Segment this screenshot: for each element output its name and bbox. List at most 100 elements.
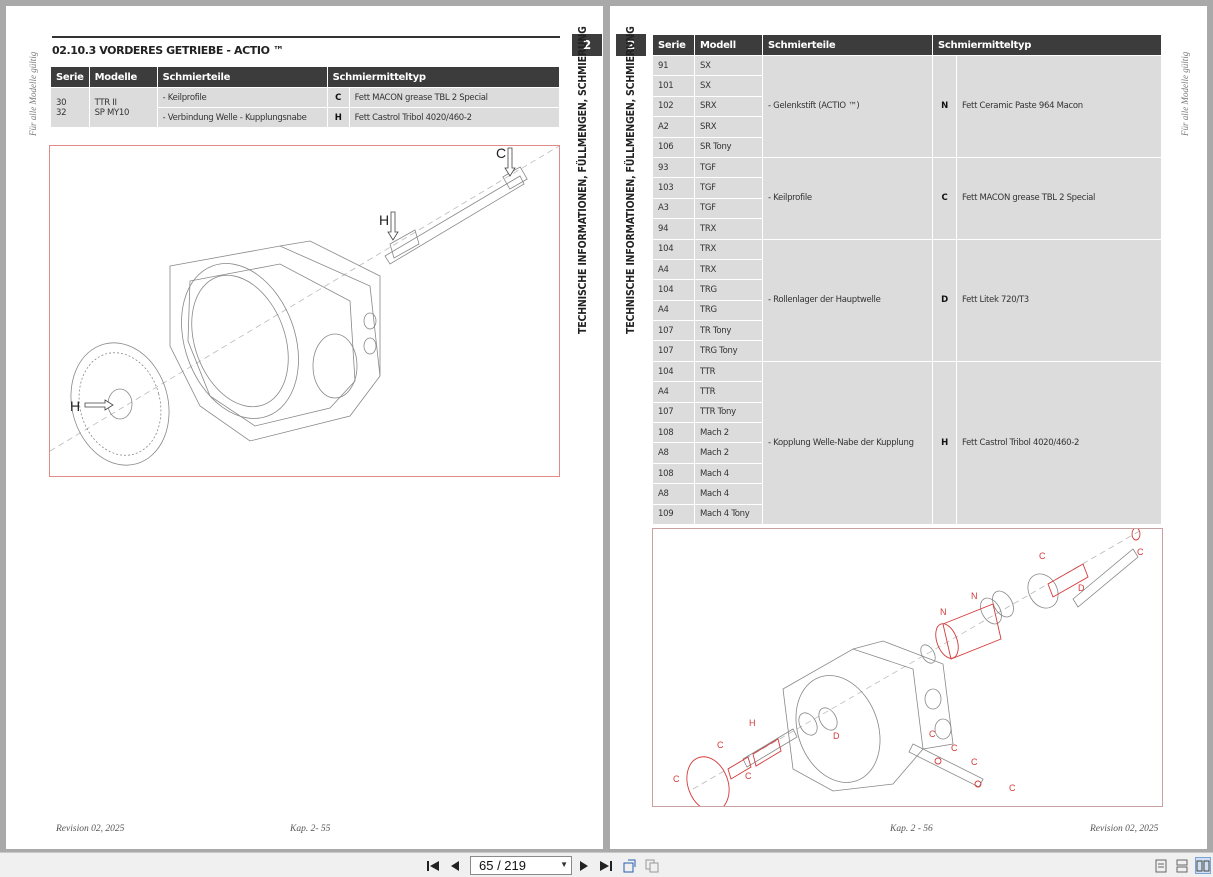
serie-cell: A4 [652,299,695,322]
prev-page-icon[interactable] [447,857,463,874]
serie-cell: 101 [652,75,695,97]
code-cell: H [932,360,957,525]
label-c: C [673,774,680,784]
type-cell: Fett Litek 720/T3 [956,238,1162,362]
model-cell: TRX [694,238,763,260]
label-n: N [940,607,947,617]
model-cell: SX [694,75,763,97]
serie-cell: A4 [652,258,695,281]
serie-cell: 104 [652,238,695,260]
model-cell: TRG Tony [694,340,763,362]
code-cell: C [932,156,957,240]
table-row: 104 TTR - Kopplung Welle-Nabe der Kupplung… [652,360,1162,525]
part-cell: - Verbindung Welle - Kupplungsnabe [156,107,328,128]
col-header: Schmierteile [762,34,933,56]
section-title: 02.10.3 VORDERES GETRIEBE - ACTIO ™ [52,36,560,57]
label-c: C [1039,551,1046,561]
footer-revision: Revision 02, 2025 [56,824,125,834]
type-cell: Fett Ceramic Paste 964 Macon [956,55,1162,158]
page-number-input[interactable]: 65 / 219 ▼ [470,856,572,875]
viewer-toolbar: 65 / 219 ▼ [0,852,1213,877]
part-cell: - Gelenkstift (ACTIO ™) [762,55,933,158]
serie-cell: 104 [652,279,695,301]
footer-page-number: Kap. 2 - 56 [890,824,933,834]
serie-cell: 109 [652,503,695,525]
serie-cell: 108 [652,462,695,485]
page-indicator: 65 / 219 [479,858,526,873]
exploded-gearbox-figure: C C N N D D H C C C C C C C [652,527,1163,812]
serie-cell: A2 [652,116,695,138]
model-cell: TRX [694,258,763,281]
vertical-chapter-title: TECHNISCHE INFORMATIONEN, FÜLLMENGEN, SC… [577,26,589,334]
col-header: Schmierteile [156,66,328,88]
part-cell: - Rollenlager der Hauptwelle [762,238,933,362]
lubrication-table: Serie Modell Schmierteile Schmiermittelt… [652,34,1162,525]
gearbox-figure: C H H [49,145,560,477]
chevron-down-icon[interactable]: ▼ [560,860,568,869]
model-cell: Mach 2 [694,442,763,464]
vertical-chapter-title: TECHNISCHE INFORMATIONEN, FÜLLMENGEN, SC… [625,26,637,334]
col-header: Serie [652,34,695,56]
footer-page-number: Kap. 2- 55 [290,824,331,834]
label-c: C [1009,783,1016,793]
label-c: C [951,743,958,753]
model-cell: SX [694,54,763,77]
side-note: Für alle Modelle gültig [1180,51,1190,136]
side-note: Für alle Modelle gültig [28,51,38,136]
first-page-icon[interactable] [425,857,441,874]
two-page-icon[interactable] [1195,857,1211,874]
model-cell: TTR Tony [694,401,763,424]
model-cell: TTR [694,360,763,383]
model-cell: Mach 4 [694,462,763,485]
serie-cell: 30 32 [50,87,90,128]
col-header: Schmiermitteltyp [326,66,561,88]
exploded-drawing: C C N N D D H C C C C C C C [673,527,1144,812]
label-c: C [717,740,724,750]
model-cell: TGF [694,156,763,179]
table-row: 91 SX - Gelenkstift (ACTIO ™) N Fett Ceramic… [652,54,1162,158]
serie-cell: 94 [652,218,695,240]
type-cell: Fett Castrol Tribol 4020/460-2 [348,107,561,128]
serie-cell: 104 [652,360,695,383]
code-cell: C [326,87,350,108]
serie-cell: 102 [652,95,695,118]
page-left: Für alle Modelle gültig 2 TECHNISCHE INF… [6,6,603,849]
serie-cell: 107 [652,340,695,362]
model-cell: TGF [694,177,763,199]
serie-cell: A8 [652,483,695,505]
code-cell: H [326,107,350,128]
col-header: Schmiermitteltyp [932,34,1162,56]
type-cell: Fett Castrol Tribol 4020/460-2 [956,360,1162,525]
label-c: C [1137,547,1144,557]
part-cell: - Kopplung Welle-Nabe der Kupplung [762,360,933,525]
label-h-shaft: H [379,212,389,228]
model-cell: Mach 4 Tony [694,503,763,525]
next-page-icon[interactable] [576,857,592,874]
footer-revision: Revision 02, 2025 [1090,824,1159,834]
rotate-icon[interactable] [622,857,638,874]
serie-cell: 93 [652,156,695,179]
model-cell: Mach 4 [694,483,763,505]
single-page-icon[interactable] [1153,857,1169,874]
serie-cell: A8 [652,442,695,464]
copy-icon[interactable] [644,857,660,874]
serie-cell: A3 [652,197,695,220]
model-cell: SR Tony [694,136,763,158]
table-row: 104 TRX - Rollenlager der Hauptwelle D Fett … [652,238,1162,362]
label-d: D [1078,583,1085,593]
model-cell: TGF [694,197,763,220]
label-c: C [971,757,978,767]
serie-cell: 103 [652,177,695,199]
model-cell: TRX [694,218,763,240]
serie-cell: 107 [652,401,695,424]
type-cell: Fett MACON grease TBL 2 Special [348,87,561,108]
table-row: 93 TGF - Keilprofile C Fett MACON grease TBL… [652,156,1162,240]
model-cell: SRX [694,95,763,118]
label-n: N [971,591,978,601]
serie-cell: A4 [652,381,695,403]
last-page-icon[interactable] [598,857,614,874]
model-cell: TTR II SP MY10 [88,87,158,128]
label-h-hub: H [70,398,80,414]
continuous-icon[interactable] [1174,857,1190,874]
col-header: Modelle [88,66,158,88]
